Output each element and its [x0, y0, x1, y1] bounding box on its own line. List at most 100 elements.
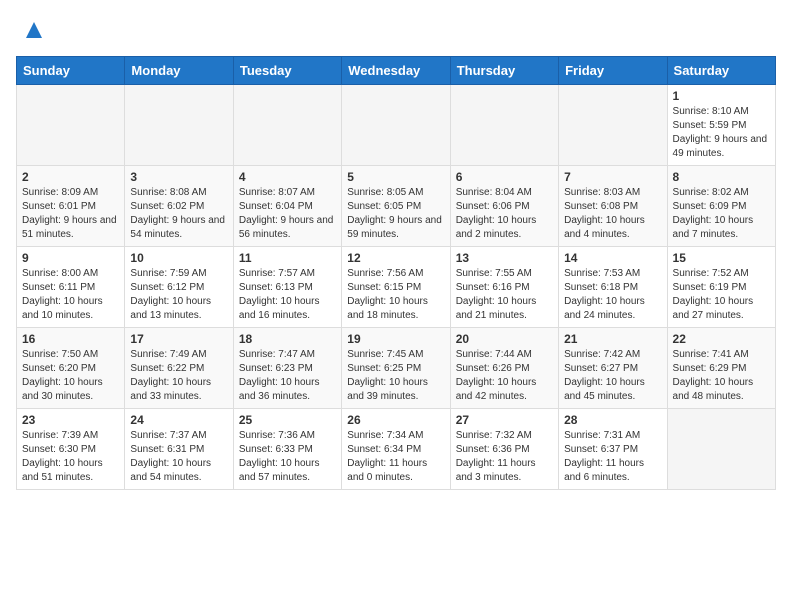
day-info: Sunrise: 7:42 AM Sunset: 6:27 PM Dayligh… [564, 348, 661, 404]
day-number: 11 [239, 251, 336, 265]
calendar-day-cell: 11 Sunrise: 7:57 AM Sunset: 6:13 PM Dayli… [233, 247, 341, 328]
day-info: Sunrise: 7:57 AM Sunset: 6:13 PM Dayligh… [239, 267, 336, 323]
day-info: Sunrise: 7:34 AM Sunset: 6:34 PM Dayligh… [347, 429, 444, 485]
day-info: Sunrise: 8:04 AM Sunset: 6:06 PM Dayligh… [456, 186, 553, 242]
calendar-day-cell: 19 Sunrise: 7:45 AM Sunset: 6:25 PM Dayli… [342, 328, 450, 409]
calendar-day-cell [233, 85, 341, 166]
calendar-day-cell: 2 Sunrise: 8:09 AM Sunset: 6:01 PM Daylig… [17, 166, 125, 247]
day-number: 12 [347, 251, 444, 265]
day-info: Sunrise: 7:53 AM Sunset: 6:18 PM Dayligh… [564, 267, 661, 323]
day-number: 28 [564, 413, 661, 427]
day-number: 21 [564, 332, 661, 346]
day-info: Sunrise: 7:50 AM Sunset: 6:20 PM Dayligh… [22, 348, 119, 404]
day-number: 5 [347, 170, 444, 184]
calendar-day-cell [342, 85, 450, 166]
calendar-day-cell: 22Sunrise: 7:41 AM Sunset: 6:29 PM Dayli… [667, 328, 775, 409]
calendar-day-cell: 6 Sunrise: 8:04 AM Sunset: 6:06 PM Daylig… [450, 166, 558, 247]
day-info: Sunrise: 8:08 AM Sunset: 6:02 PM Dayligh… [130, 186, 227, 242]
calendar-day-cell: 26 Sunrise: 7:34 AM Sunset: 6:34 PM Dayli… [342, 409, 450, 490]
calendar-weekday-header: Wednesday [342, 57, 450, 85]
calendar-day-cell: 25 Sunrise: 7:36 AM Sunset: 6:33 PM Dayli… [233, 409, 341, 490]
day-number: 13 [456, 251, 553, 265]
day-info: Sunrise: 7:37 AM Sunset: 6:31 PM Dayligh… [130, 429, 227, 485]
calendar-weekday-header: Tuesday [233, 57, 341, 85]
day-number: 19 [347, 332, 444, 346]
calendar-weekday-header: Saturday [667, 57, 775, 85]
day-number: 1 [673, 89, 770, 103]
calendar-day-cell [667, 409, 775, 490]
day-info: Sunrise: 7:52 AM Sunset: 6:19 PM Dayligh… [673, 267, 770, 323]
day-number: 4 [239, 170, 336, 184]
day-info: Sunrise: 8:02 AM Sunset: 6:09 PM Dayligh… [673, 186, 770, 242]
logo [16, 16, 48, 44]
calendar-day-cell: 7 Sunrise: 8:03 AM Sunset: 6:08 PM Daylig… [559, 166, 667, 247]
calendar-table: SundayMondayTuesdayWednesdayThursdayFrid… [16, 56, 776, 490]
day-info: Sunrise: 8:00 AM Sunset: 6:11 PM Dayligh… [22, 267, 119, 323]
day-number: 24 [130, 413, 227, 427]
calendar-week-row: 23 Sunrise: 7:39 AM Sunset: 6:30 PM Dayli… [17, 409, 776, 490]
calendar-day-cell: 12 Sunrise: 7:56 AM Sunset: 6:15 PM Dayli… [342, 247, 450, 328]
day-info: Sunrise: 7:59 AM Sunset: 6:12 PM Dayligh… [130, 267, 227, 323]
calendar-day-cell: 1 Sunrise: 8:10 AM Sunset: 5:59 PM Daylig… [667, 85, 775, 166]
day-number: 16 [22, 332, 119, 346]
day-number: 6 [456, 170, 553, 184]
calendar-week-row: 1 Sunrise: 8:10 AM Sunset: 5:59 PM Daylig… [17, 85, 776, 166]
day-info: Sunrise: 7:45 AM Sunset: 6:25 PM Dayligh… [347, 348, 444, 404]
calendar-header-row: SundayMondayTuesdayWednesdayThursdayFrid… [17, 57, 776, 85]
day-info: Sunrise: 7:44 AM Sunset: 6:26 PM Dayligh… [456, 348, 553, 404]
day-info: Sunrise: 7:36 AM Sunset: 6:33 PM Dayligh… [239, 429, 336, 485]
calendar-day-cell: 8 Sunrise: 8:02 AM Sunset: 6:09 PM Daylig… [667, 166, 775, 247]
calendar-day-cell: 3 Sunrise: 8:08 AM Sunset: 6:02 PM Daylig… [125, 166, 233, 247]
calendar-day-cell: 23 Sunrise: 7:39 AM Sunset: 6:30 PM Dayli… [17, 409, 125, 490]
day-number: 7 [564, 170, 661, 184]
calendar-day-cell: 28 Sunrise: 7:31 AM Sunset: 6:37 PM Dayli… [559, 409, 667, 490]
day-number: 25 [239, 413, 336, 427]
day-number: 23 [22, 413, 119, 427]
logo-icon [20, 16, 48, 44]
calendar-day-cell: 20 Sunrise: 7:44 AM Sunset: 6:26 PM Dayli… [450, 328, 558, 409]
page-header [16, 16, 776, 44]
calendar-day-cell: 27 Sunrise: 7:32 AM Sunset: 6:36 PM Dayli… [450, 409, 558, 490]
day-info: Sunrise: 7:55 AM Sunset: 6:16 PM Dayligh… [456, 267, 553, 323]
day-info: Sunrise: 7:41 AM Sunset: 6:29 PM Dayligh… [673, 348, 770, 404]
calendar-week-row: 2 Sunrise: 8:09 AM Sunset: 6:01 PM Daylig… [17, 166, 776, 247]
calendar-week-row: 9 Sunrise: 8:00 AM Sunset: 6:11 PM Daylig… [17, 247, 776, 328]
day-number: 27 [456, 413, 553, 427]
calendar-weekday-header: Monday [125, 57, 233, 85]
calendar-day-cell: 17Sunrise: 7:49 AM Sunset: 6:22 PM Dayli… [125, 328, 233, 409]
day-info: Sunrise: 7:31 AM Sunset: 6:37 PM Dayligh… [564, 429, 661, 485]
day-info: Sunrise: 8:07 AM Sunset: 6:04 PM Dayligh… [239, 186, 336, 242]
calendar-day-cell: 10 Sunrise: 7:59 AM Sunset: 6:12 PM Dayli… [125, 247, 233, 328]
calendar-day-cell: 9 Sunrise: 8:00 AM Sunset: 6:11 PM Daylig… [17, 247, 125, 328]
calendar-day-cell [450, 85, 558, 166]
day-number: 8 [673, 170, 770, 184]
calendar-day-cell [17, 85, 125, 166]
day-number: 17 [130, 332, 227, 346]
day-info: Sunrise: 8:10 AM Sunset: 5:59 PM Dayligh… [673, 105, 770, 161]
day-number: 18 [239, 332, 336, 346]
calendar-weekday-header: Sunday [17, 57, 125, 85]
day-number: 26 [347, 413, 444, 427]
calendar-day-cell: 5 Sunrise: 8:05 AM Sunset: 6:05 PM Daylig… [342, 166, 450, 247]
day-number: 10 [130, 251, 227, 265]
day-number: 20 [456, 332, 553, 346]
calendar-weekday-header: Thursday [450, 57, 558, 85]
calendar-day-cell: 21 Sunrise: 7:42 AM Sunset: 6:27 PM Dayli… [559, 328, 667, 409]
calendar-day-cell: 4 Sunrise: 8:07 AM Sunset: 6:04 PM Daylig… [233, 166, 341, 247]
day-info: Sunrise: 7:32 AM Sunset: 6:36 PM Dayligh… [456, 429, 553, 485]
day-info: Sunrise: 8:03 AM Sunset: 6:08 PM Dayligh… [564, 186, 661, 242]
day-info: Sunrise: 8:05 AM Sunset: 6:05 PM Dayligh… [347, 186, 444, 242]
calendar-week-row: 16 Sunrise: 7:50 AM Sunset: 6:20 PM Dayli… [17, 328, 776, 409]
day-info: Sunrise: 7:39 AM Sunset: 6:30 PM Dayligh… [22, 429, 119, 485]
day-number: 3 [130, 170, 227, 184]
day-info: Sunrise: 8:09 AM Sunset: 6:01 PM Dayligh… [22, 186, 119, 242]
day-number: 9 [22, 251, 119, 265]
day-number: 14 [564, 251, 661, 265]
day-info: Sunrise: 7:56 AM Sunset: 6:15 PM Dayligh… [347, 267, 444, 323]
calendar-day-cell: 16 Sunrise: 7:50 AM Sunset: 6:20 PM Dayli… [17, 328, 125, 409]
calendar-day-cell [559, 85, 667, 166]
day-info: Sunrise: 7:47 AM Sunset: 6:23 PM Dayligh… [239, 348, 336, 404]
day-number: 2 [22, 170, 119, 184]
calendar-day-cell: 13 Sunrise: 7:55 AM Sunset: 6:16 PM Dayli… [450, 247, 558, 328]
calendar-weekday-header: Friday [559, 57, 667, 85]
